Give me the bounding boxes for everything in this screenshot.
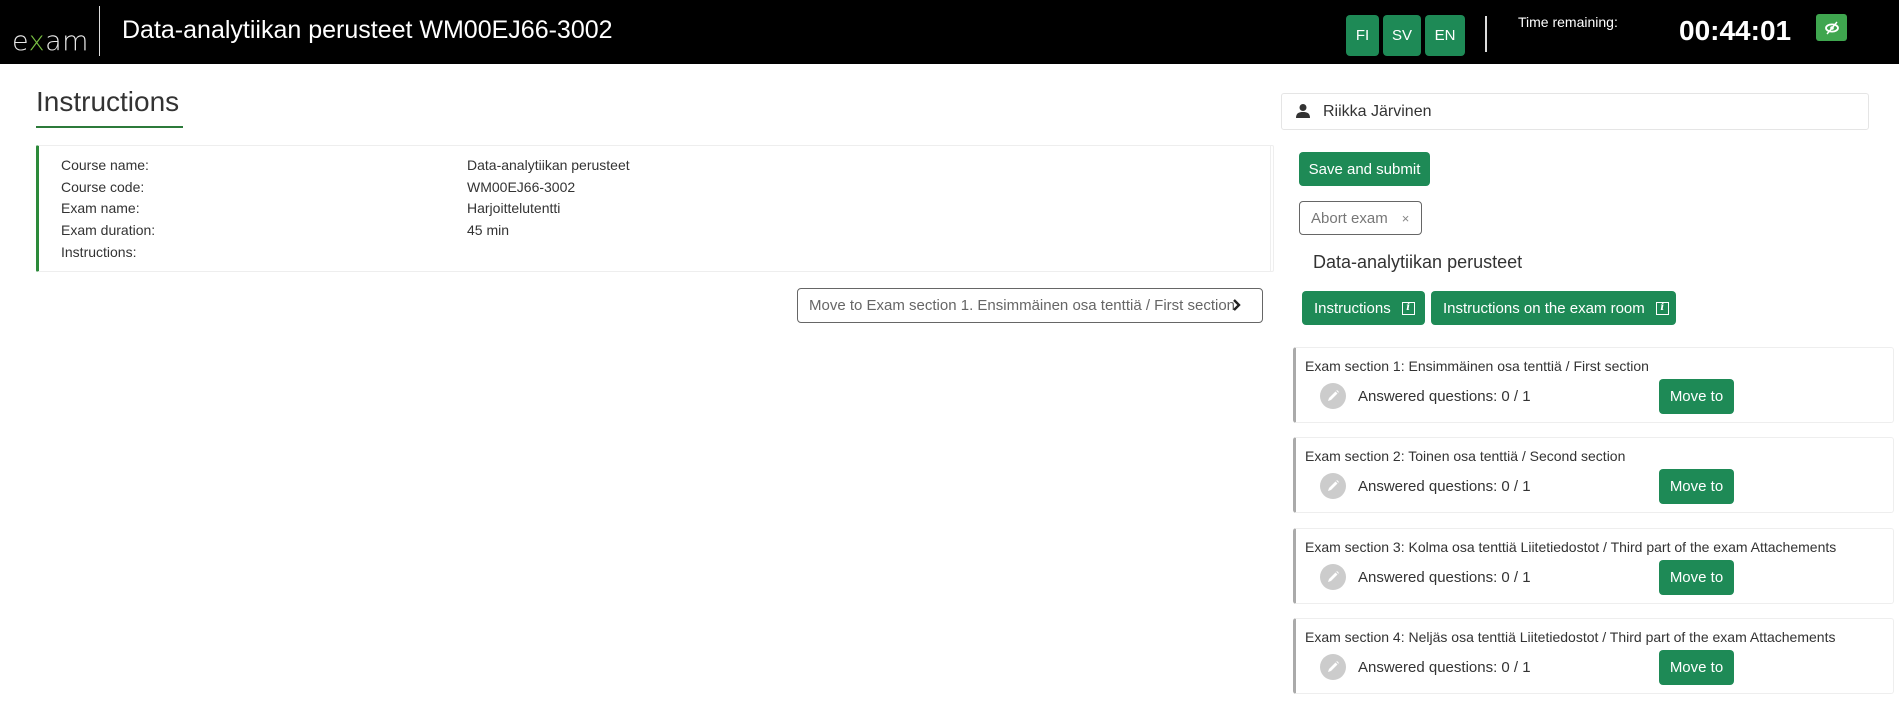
answered-questions: Answered questions: 0 / 1	[1358, 659, 1531, 676]
info-value-exam-duration: 45 min	[467, 222, 510, 238]
chevron-right-icon	[1233, 299, 1241, 311]
exam-title: Data-analytiikan perusteet WM00EJ66-3002	[122, 16, 613, 44]
user-icon	[1296, 104, 1310, 118]
abort-exam-button[interactable]: Abort exam ×	[1299, 201, 1422, 235]
time-remaining-label: Time remaining:	[1518, 14, 1618, 30]
move-to-section-button[interactable]: Move to	[1659, 379, 1734, 414]
exam-section-card: Exam section 1: Ensimmäinen osa tenttiä …	[1293, 347, 1894, 423]
info-value-course-code: WM00EJ66-3002	[467, 179, 576, 195]
info-icon: i	[1655, 301, 1669, 315]
section-title: Exam section 2: Toinen osa tenttiä / Sec…	[1305, 448, 1626, 464]
language-sv-button[interactable]: SV	[1383, 15, 1421, 56]
language-en-button[interactable]: EN	[1425, 15, 1465, 56]
move-to-first-section-button[interactable]: Move to Exam section 1. Ensimmäinen osa …	[797, 288, 1263, 323]
language-fi-button[interactable]: FI	[1346, 15, 1379, 56]
pencil-icon	[1320, 383, 1346, 409]
abort-exam-label: Abort exam	[1311, 209, 1388, 227]
eye-slash-icon	[1824, 21, 1839, 34]
info-icon: i	[1401, 301, 1415, 315]
section-title: Exam section 3: Kolma osa tenttiä Liitet…	[1305, 539, 1837, 555]
move-to-section-button[interactable]: Move to	[1659, 560, 1734, 595]
header-divider	[99, 6, 100, 56]
info-label-exam-duration: Exam duration:	[61, 222, 156, 238]
info-label-exam-name: Exam name:	[61, 200, 140, 216]
logo-text: exam	[12, 26, 89, 57]
info-label-course-name: Course name:	[61, 157, 149, 173]
info-value-exam-name: Harjoittelutentti	[467, 200, 561, 216]
answered-questions: Answered questions: 0 / 1	[1358, 569, 1531, 586]
exam-section-card: Exam section 3: Kolma osa tenttiä Liitet…	[1293, 528, 1894, 604]
section-title: Exam section 4: Neljäs osa tenttiä Liite…	[1305, 629, 1836, 645]
exam-section-card: Exam section 4: Neljäs osa tenttiä Liite…	[1293, 618, 1894, 694]
title-underline	[36, 126, 183, 128]
hide-timer-button[interactable]	[1816, 14, 1847, 41]
user-name: Riikka Järvinen	[1323, 103, 1432, 120]
close-icon: ×	[1401, 210, 1410, 226]
info-label-instructions: Instructions:	[61, 244, 137, 260]
exam-room-instructions-button[interactable]: Instructions on the exam room i	[1431, 291, 1676, 325]
top-bar: exam Data-analytiikan perusteet WM00EJ66…	[0, 0, 1899, 64]
save-and-submit-button[interactable]: Save and submit	[1299, 152, 1430, 186]
info-label-course-code: Course code:	[61, 179, 145, 195]
move-to-first-section-label: Move to Exam section 1. Ensimmäinen osa …	[809, 297, 1236, 314]
instructions-label: Instructions	[1314, 299, 1391, 317]
header-divider	[1485, 16, 1487, 52]
pencil-icon	[1320, 473, 1346, 499]
move-to-section-button[interactable]: Move to	[1659, 469, 1734, 504]
exam-room-instructions-label: Instructions on the exam room	[1443, 299, 1645, 317]
instructions-button[interactable]: Instructions i	[1302, 291, 1425, 325]
move-to-section-button[interactable]: Move to	[1659, 650, 1734, 685]
course-heading: Data-analytiikan perusteet	[1313, 252, 1523, 272]
section-title: Exam section 1: Ensimmäinen osa tenttiä …	[1305, 358, 1649, 374]
exam-info-panel: Course name: Data-analytiikan perusteet …	[36, 145, 1274, 272]
page-title: Instructions	[36, 86, 180, 117]
column-divider	[1270, 145, 1271, 272]
info-value-course-name: Data-analytiikan perusteet	[467, 157, 630, 173]
pencil-icon	[1320, 654, 1346, 680]
exam-logo[interactable]: exam	[12, 14, 89, 57]
pencil-icon	[1320, 564, 1346, 590]
answered-questions: Answered questions: 0 / 1	[1358, 478, 1531, 495]
answered-questions: Answered questions: 0 / 1	[1358, 388, 1531, 405]
time-remaining-value: 00:44:01	[1679, 15, 1792, 46]
exam-section-card: Exam section 2: Toinen osa tenttiä / Sec…	[1293, 437, 1894, 513]
user-info: Riikka Järvinen	[1281, 93, 1869, 130]
